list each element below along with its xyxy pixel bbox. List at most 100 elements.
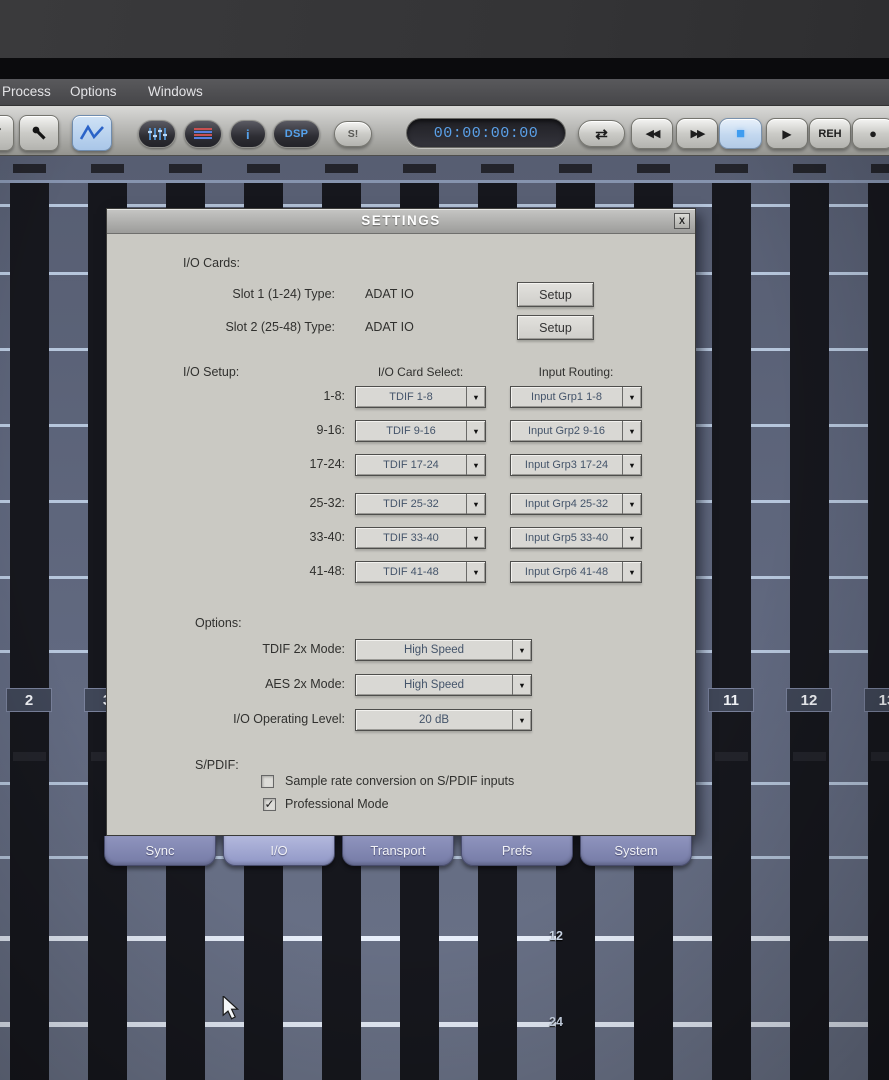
card-select-dropdown-2[interactable]: TDIF 9-16 ▼ xyxy=(355,420,486,442)
dropdown-value: Input Grp2 9-16 xyxy=(511,421,622,441)
dropdown-value: High Speed xyxy=(356,675,512,695)
loop-button[interactable]: ⇄ xyxy=(578,120,625,147)
tab-io[interactable]: I/O xyxy=(223,836,335,866)
tick-row xyxy=(0,204,889,207)
fast-forward-icon: ▶▶ xyxy=(691,127,704,140)
tab-sync[interactable]: Sync xyxy=(104,836,216,866)
slot1-value: ADAT IO xyxy=(365,287,414,301)
card-select-dropdown-6[interactable]: TDIF 41-48 ▼ xyxy=(355,561,486,583)
edit-tool-icon xyxy=(0,125,3,141)
dropdown-value: TDIF 1-8 xyxy=(356,387,466,407)
input-routing-dropdown-3[interactable]: Input Grp3 17-24 ▼ xyxy=(510,454,642,476)
stop-icon: ■ xyxy=(736,125,745,142)
tdif-2x-mode-dropdown[interactable]: High Speed ▼ xyxy=(355,639,532,661)
record-button[interactable]: ● xyxy=(852,118,889,149)
arrange-view-button[interactable] xyxy=(184,120,222,148)
dialog-body: I/O Cards: Slot 1 (1-24) Type: ADAT IO S… xyxy=(107,234,695,836)
aes-2x-mode-dropdown[interactable]: High Speed ▼ xyxy=(355,674,532,696)
photo-background xyxy=(0,0,889,58)
dropdown-value: Input Grp3 17-24 xyxy=(511,455,622,475)
card-select-dropdown-4[interactable]: TDIF 25-32 ▼ xyxy=(355,493,486,515)
slot2-value: ADAT IO xyxy=(365,320,414,334)
fader-slot-caps xyxy=(0,164,889,173)
dialog-titlebar[interactable]: SETTINGS X xyxy=(107,209,695,234)
tool-button[interactable] xyxy=(19,115,59,151)
menu-item-options[interactable]: Options xyxy=(70,84,117,99)
chevron-down-icon: ▼ xyxy=(466,562,485,582)
fast-forward-button[interactable]: ▶▶ xyxy=(676,118,718,149)
chevron-down-icon: ▼ xyxy=(622,562,641,582)
snapshot-button[interactable]: S! xyxy=(334,121,372,147)
professional-mode-label: Professional Mode xyxy=(285,797,389,811)
dropdown-value: 20 dB xyxy=(356,710,512,730)
input-routing-dropdown-1[interactable]: Input Grp1 1-8 ▼ xyxy=(510,386,642,408)
fader-position-row xyxy=(0,936,889,941)
sample-rate-conversion-checkbox[interactable] xyxy=(261,775,274,788)
tool-icon xyxy=(30,124,48,142)
spdif-section-label: S/PDIF: xyxy=(195,758,239,772)
slot2-setup-button[interactable]: Setup xyxy=(517,315,594,340)
rewind-button[interactable]: ◀◀ xyxy=(631,118,673,149)
dropdown-value: TDIF 17-24 xyxy=(356,455,466,475)
tab-system[interactable]: System xyxy=(580,836,692,866)
range-label: 41-48: xyxy=(227,564,345,578)
stop-button[interactable]: ■ xyxy=(719,118,762,149)
scale-mark-label: 12 xyxy=(536,929,576,943)
track-list-icon xyxy=(193,127,213,141)
channel-number-badge[interactable]: 11 xyxy=(708,688,754,712)
menu-bar: Process Options Windows xyxy=(0,79,889,106)
dropdown-value: Input Grp5 33-40 xyxy=(511,528,622,548)
waveform-icon xyxy=(79,124,105,142)
slot1-setup-button[interactable]: Setup xyxy=(517,282,594,307)
monitor-bezel xyxy=(0,58,889,79)
waveform-view-button[interactable] xyxy=(72,115,112,151)
timecode-display: 00:00:00:00 xyxy=(406,118,566,148)
rehearse-button[interactable]: REH xyxy=(809,118,851,149)
dsp-label: DSP xyxy=(285,128,309,140)
options-section-label: Options: xyxy=(195,616,242,630)
dropdown-value: TDIF 9-16 xyxy=(356,421,466,441)
settings-dialog: SETTINGS X I/O Cards: Slot 1 (1-24) Type… xyxy=(106,208,696,836)
channel-number-badge[interactable]: 13 xyxy=(864,688,889,712)
loop-icon: ⇄ xyxy=(595,125,608,143)
chevron-down-icon: ▼ xyxy=(512,710,531,730)
edit-tool-button[interactable] xyxy=(0,115,14,151)
io-operating-level-dropdown[interactable]: 20 dB ▼ xyxy=(355,709,532,731)
card-select-header: I/O Card Select: xyxy=(355,365,486,379)
card-select-dropdown-3[interactable]: TDIF 17-24 ▼ xyxy=(355,454,486,476)
io-operating-level-label: I/O Operating Level: xyxy=(147,712,345,726)
card-select-dropdown-5[interactable]: TDIF 33-40 ▼ xyxy=(355,527,486,549)
dsp-button[interactable]: DSP xyxy=(273,120,320,148)
professional-mode-checkbox[interactable]: ✓ xyxy=(263,798,276,811)
input-routing-dropdown-2[interactable]: Input Grp2 9-16 ▼ xyxy=(510,420,642,442)
chevron-down-icon: ▼ xyxy=(512,640,531,660)
channel-number-badge[interactable]: 12 xyxy=(786,688,832,712)
tdif-2x-mode-label: TDIF 2x Mode: xyxy=(147,642,345,656)
range-label: 17-24: xyxy=(227,457,345,471)
dropdown-value: TDIF 41-48 xyxy=(356,562,466,582)
range-label: 33-40: xyxy=(227,530,345,544)
input-routing-dropdown-4[interactable]: Input Grp4 25-32 ▼ xyxy=(510,493,642,515)
dropdown-value: TDIF 25-32 xyxy=(356,494,466,514)
tab-transport[interactable]: Transport xyxy=(342,836,454,866)
play-button[interactable]: ▶ xyxy=(766,118,808,149)
io-setup-section-label: I/O Setup: xyxy=(183,365,239,379)
chevron-down-icon: ▼ xyxy=(466,528,485,548)
input-routing-dropdown-5[interactable]: Input Grp5 33-40 ▼ xyxy=(510,527,642,549)
tab-prefs[interactable]: Prefs xyxy=(461,836,573,866)
rewind-icon: ◀◀ xyxy=(646,127,659,140)
chevron-down-icon: ▼ xyxy=(466,387,485,407)
info-button[interactable]: i xyxy=(230,120,266,148)
input-routing-dropdown-6[interactable]: Input Grp6 41-48 ▼ xyxy=(510,561,642,583)
channel-number-badge[interactable]: 2 xyxy=(6,688,52,712)
dropdown-value: Input Grp4 25-32 xyxy=(511,494,622,514)
card-select-dropdown-1[interactable]: TDIF 1-8 ▼ xyxy=(355,386,486,408)
mixer-view-button[interactable] xyxy=(138,120,176,148)
rehearse-label: REH xyxy=(818,128,841,140)
slot2-label: Slot 2 (25-48) Type: xyxy=(127,320,335,334)
chevron-down-icon: ▼ xyxy=(622,387,641,407)
menu-item-windows[interactable]: Windows xyxy=(148,84,203,99)
menu-item-process[interactable]: Process xyxy=(2,84,51,99)
close-button[interactable]: X xyxy=(674,213,690,229)
screen: Process Options Windows xyxy=(0,0,889,1080)
